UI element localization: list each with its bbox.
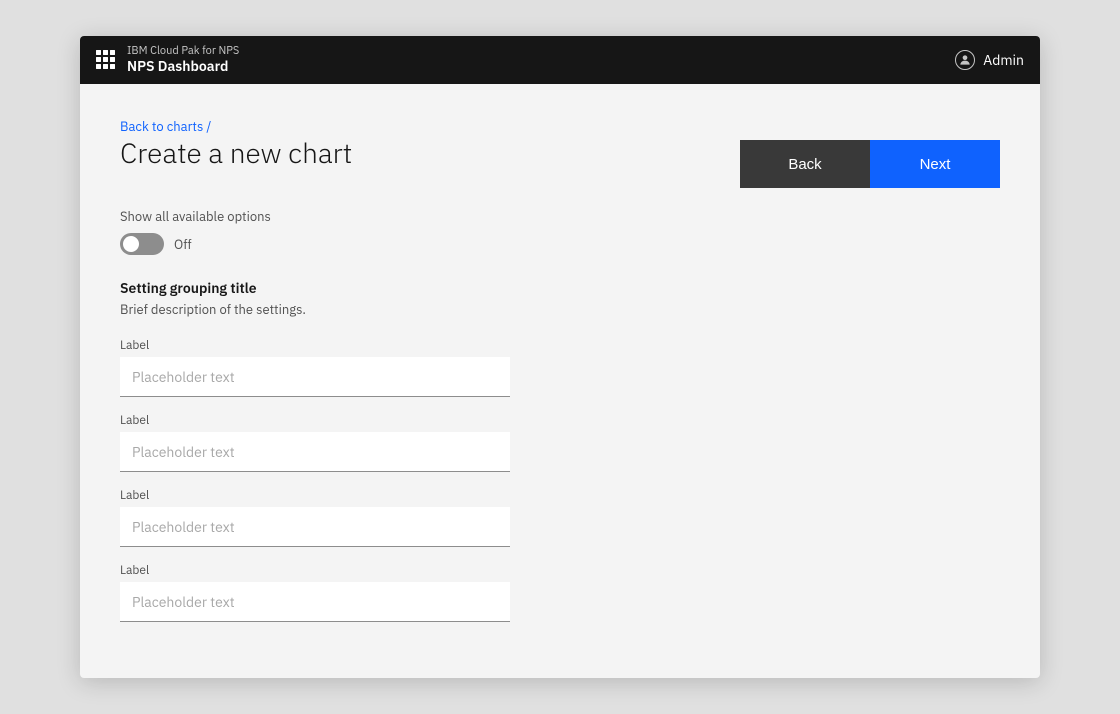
toggle-thumb	[123, 236, 139, 252]
settings-group-desc: Brief description of the settings.	[120, 301, 1000, 318]
user-menu[interactable]: Admin	[955, 50, 1024, 70]
field-input-1[interactable]	[120, 357, 510, 397]
button-group: Back Next	[740, 140, 1000, 188]
topbar-left: IBM Cloud Pak for NPS NPS Dashboard	[96, 45, 239, 75]
breadcrumb[interactable]: Back to charts /	[120, 118, 211, 135]
grid-dot	[103, 57, 108, 62]
grid-dot	[110, 64, 115, 69]
field-label-4: Label	[120, 563, 1000, 578]
toggle-section: Show all available options Off	[120, 208, 1000, 255]
page-header: Create a new chart Back Next	[120, 136, 1000, 188]
field-label-1: Label	[120, 338, 1000, 353]
app-title-group: IBM Cloud Pak for NPS NPS Dashboard	[127, 45, 239, 75]
topbar: IBM Cloud Pak for NPS NPS Dashboard Admi…	[80, 36, 1040, 84]
grid-dot	[110, 50, 115, 55]
settings-group-title: Setting grouping title	[120, 279, 1000, 297]
grid-dot	[96, 64, 101, 69]
main-content: Back to charts / Create a new chart Back…	[80, 84, 1040, 678]
app-window: IBM Cloud Pak for NPS NPS Dashboard Admi…	[80, 36, 1040, 678]
grid-dot	[96, 50, 101, 55]
app-title: NPS Dashboard	[127, 58, 239, 75]
form-field-1: Label	[120, 338, 1000, 397]
field-input-4[interactable]	[120, 582, 510, 622]
field-input-3[interactable]	[120, 507, 510, 547]
grid-dot	[103, 50, 108, 55]
grid-icon[interactable]	[96, 50, 115, 69]
grid-dot	[96, 57, 101, 62]
form-fields-container: Label Label Label Label	[120, 338, 1000, 622]
toggle-description: Show all available options	[120, 208, 1000, 225]
show-options-toggle[interactable]	[120, 233, 164, 255]
form-field-4: Label	[120, 563, 1000, 622]
admin-label: Admin	[983, 51, 1024, 69]
user-icon	[955, 50, 975, 70]
field-label-3: Label	[120, 488, 1000, 503]
form-field-3: Label	[120, 488, 1000, 547]
settings-section: Setting grouping title Brief description…	[120, 279, 1000, 622]
back-button[interactable]: Back	[740, 140, 870, 188]
page-title: Create a new chart	[120, 136, 352, 170]
next-button[interactable]: Next	[870, 140, 1000, 188]
field-label-2: Label	[120, 413, 1000, 428]
grid-dot	[103, 64, 108, 69]
field-input-2[interactable]	[120, 432, 510, 472]
toggle-track	[120, 233, 164, 255]
toggle-row: Off	[120, 233, 1000, 255]
form-field-2: Label	[120, 413, 1000, 472]
grid-dot	[110, 57, 115, 62]
toggle-state-label: Off	[174, 236, 192, 253]
